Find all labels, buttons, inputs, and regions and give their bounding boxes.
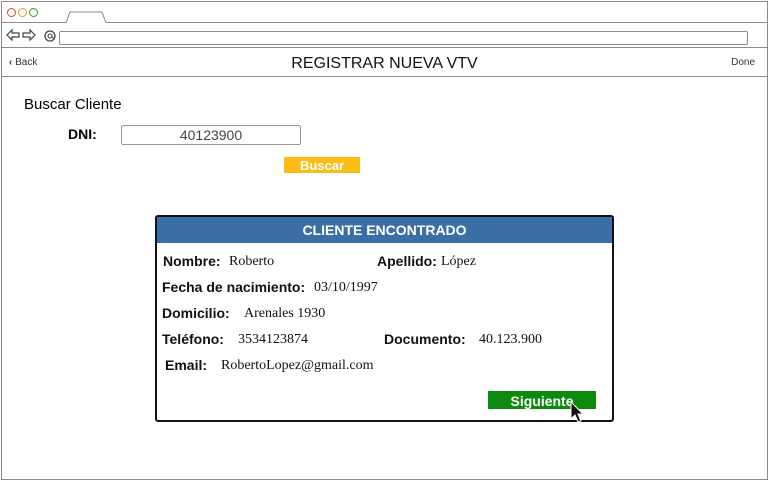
url-bar[interactable] [59,31,748,45]
client-card: CLIENTE ENCONTRADO Nombre: Roberto Apell… [155,215,614,422]
documento-label: Documento: [384,331,466,347]
dni-label: DNI: [68,126,97,142]
domicilio-value: Arenales 1930 [244,306,326,321]
search-section-title: Buscar Cliente [24,96,122,113]
apellido-label: Apellido: [377,253,437,269]
close-dot-icon[interactable] [7,8,16,17]
search-button[interactable]: Buscar [284,157,360,173]
domicilio-label: Domicilio: [162,305,230,321]
minimize-dot-icon[interactable] [18,8,27,17]
nav-bar [2,23,767,48]
email-value: RobertoLopez@gmail.com [221,358,374,373]
maximize-dot-icon[interactable] [29,8,38,17]
forward-arrow-icon[interactable] [21,27,37,43]
browser-tab[interactable] [66,11,106,23]
app-header: ‹ Back REGISTRAR NUEVA VTV Done [2,48,767,77]
nombre-label: Nombre: [163,253,221,269]
page-title: REGISTRAR NUEVA VTV [291,55,478,72]
email-label: Email: [165,357,208,373]
reload-icon[interactable] [42,27,58,43]
dni-input[interactable] [121,125,301,145]
title-bar [2,2,767,23]
fecha-value: 03/10/1997 [314,280,378,295]
mouse-cursor-icon [570,401,585,423]
done-button[interactable]: Done [731,57,755,68]
client-card-title: CLIENTE ENCONTRADO [157,217,612,243]
telefono-value: 3534123874 [238,332,308,347]
documento-value: 40.123.900 [479,332,542,347]
fecha-label: Fecha de nacimiento: [162,279,306,295]
apellido-value: López [441,254,476,269]
back-arrow-icon[interactable] [5,27,21,43]
telefono-label: Teléfono: [162,331,224,347]
nombre-value: Roberto [229,254,275,269]
